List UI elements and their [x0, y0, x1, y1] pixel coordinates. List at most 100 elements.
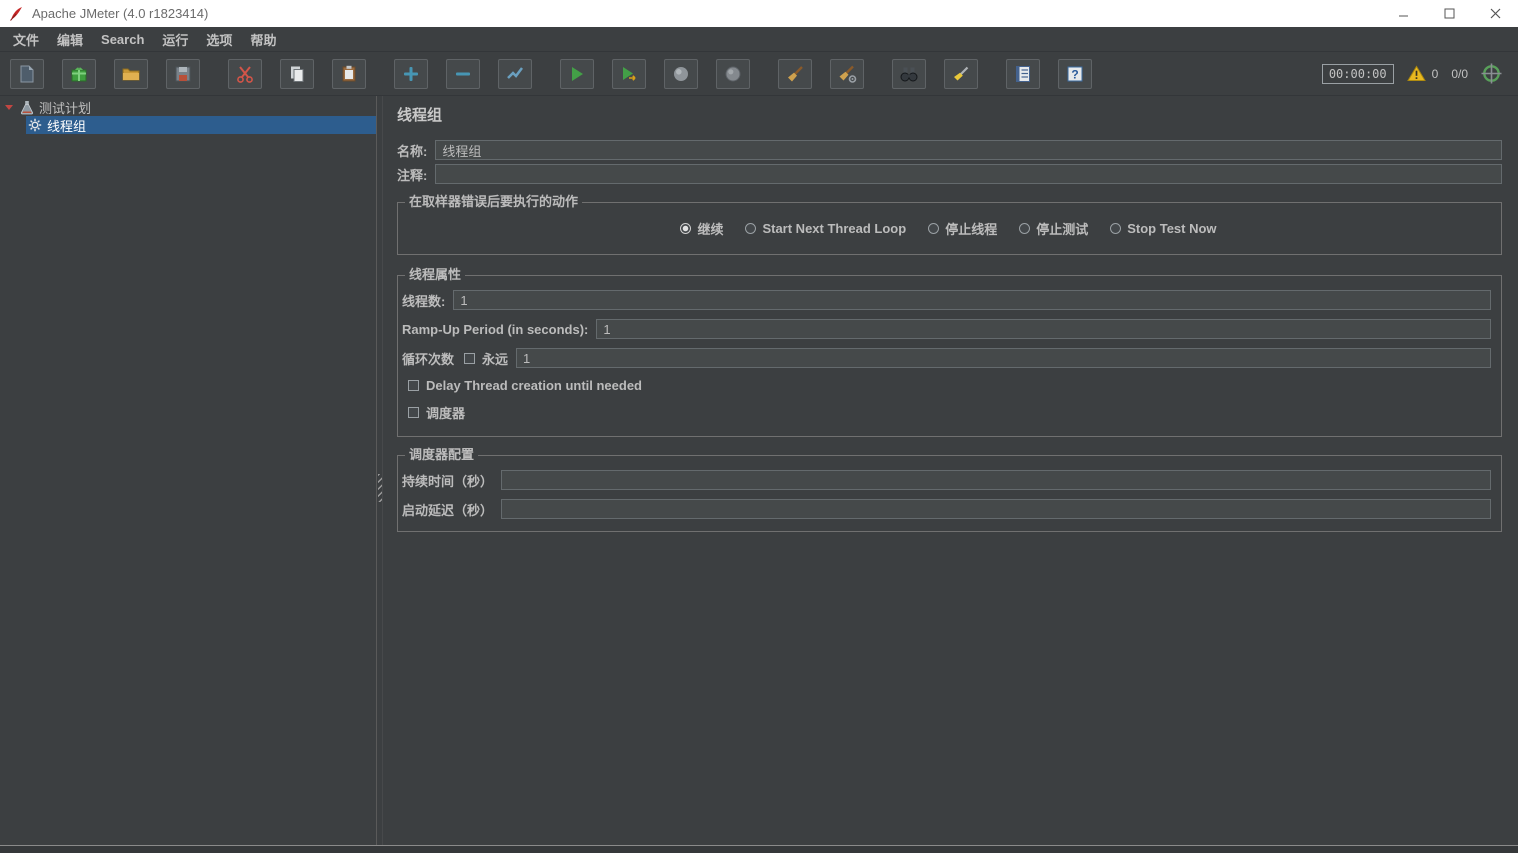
duration-input[interactable] [501, 470, 1491, 490]
svg-text:?: ? [1071, 67, 1078, 81]
name-row: 名称: [397, 140, 1502, 160]
radio-stop-test[interactable]: 停止测试 [1019, 219, 1088, 238]
menu-bar: 文件 编辑 Search 运行 选项 帮助 [0, 27, 1518, 52]
forever-label: 永远 [482, 349, 508, 368]
rampup-input[interactable] [596, 319, 1491, 339]
window-title: Apache JMeter (4.0 r1823414) [32, 6, 208, 21]
expand-all-button[interactable] [394, 59, 428, 89]
copy-button[interactable] [280, 59, 314, 89]
menu-help[interactable]: 帮助 [241, 28, 285, 51]
stop-button[interactable] [664, 59, 698, 89]
shutdown-button[interactable] [716, 59, 750, 89]
menu-options[interactable]: 选项 [197, 28, 241, 51]
jmeter-feather-icon [8, 6, 24, 22]
radio-icon [928, 223, 939, 234]
toolbar-group-file [10, 59, 200, 89]
function-helper-button[interactable] [1006, 59, 1040, 89]
radio-icon [680, 223, 691, 234]
clear-all-button[interactable] [830, 59, 864, 89]
toolbar-group-help: ? [1006, 59, 1092, 89]
new-file-icon [17, 64, 37, 84]
menu-file[interactable]: 文件 [4, 28, 48, 51]
minus-icon [453, 64, 473, 84]
error-action-groupbox: 在取样器错误后要执行的动作 继续 Start Next Thread Loop … [397, 202, 1502, 255]
scheduler-config-groupbox: 调度器配置 持续时间（秒） 启动延迟（秒） [397, 455, 1502, 532]
stop-icon [671, 64, 691, 84]
tree-node-thread-group[interactable]: 线程组 [26, 116, 376, 134]
reset-search-button[interactable] [944, 59, 978, 89]
templates-button[interactable] [62, 59, 96, 89]
test-inactive-target-icon [1481, 63, 1502, 84]
scheduler-checkbox[interactable] [408, 407, 419, 418]
scheduler-config-title: 调度器配置 [405, 447, 478, 463]
copy-icon [287, 64, 307, 84]
error-action-title: 在取样器错误后要执行的动作 [405, 194, 582, 210]
gear-icon [28, 118, 42, 132]
open-button[interactable] [114, 59, 148, 89]
rampup-row: Ramp-Up Period (in seconds): [402, 319, 1491, 339]
tree-expand-arrow-icon[interactable] [5, 105, 13, 110]
loop-count-row: 循环次数 永远 [402, 348, 1491, 368]
start-button[interactable] [560, 59, 594, 89]
search-button[interactable] [892, 59, 926, 89]
collapse-all-button[interactable] [446, 59, 480, 89]
threads-input[interactable] [453, 290, 1491, 310]
shutdown-icon [723, 64, 743, 84]
toggle-zigzag-icon [505, 64, 525, 84]
comment-input[interactable] [435, 164, 1502, 184]
tree-node-label: 线程组 [47, 116, 86, 135]
save-button[interactable] [166, 59, 200, 89]
menu-run[interactable]: 运行 [153, 28, 197, 51]
close-button[interactable] [1472, 0, 1518, 27]
menu-edit[interactable]: 编辑 [48, 28, 92, 51]
paste-clipboard-icon [339, 64, 359, 84]
radio-stop-thread[interactable]: 停止线程 [928, 219, 997, 238]
startup-delay-label: 启动延迟（秒） [402, 500, 493, 519]
thread-properties-title: 线程属性 [405, 267, 465, 283]
start-play-icon [567, 64, 587, 84]
cut-button[interactable] [228, 59, 262, 89]
delay-thread-creation-checkbox[interactable] [408, 380, 419, 391]
name-input[interactable] [435, 140, 1502, 160]
radio-continue[interactable]: 继续 [680, 219, 723, 238]
new-button[interactable] [10, 59, 44, 89]
radio-start-next-thread-loop[interactable]: Start Next Thread Loop [745, 221, 906, 236]
delay-thread-creation-row[interactable]: Delay Thread creation until needed [408, 378, 1497, 393]
comment-row: 注释: [397, 164, 1502, 184]
maximize-button[interactable] [1426, 0, 1472, 27]
startup-delay-input[interactable] [501, 499, 1491, 519]
clear-all-broom-icon [837, 64, 857, 84]
tree-node-test-plan[interactable]: 测试计划 [0, 98, 376, 116]
radio-stop-test-now[interactable]: Stop Test Now [1110, 221, 1216, 236]
paste-button[interactable] [332, 59, 366, 89]
toolbar-group-run [560, 59, 750, 89]
rampup-label: Ramp-Up Period (in seconds): [402, 322, 588, 337]
page-title: 线程组 [397, 106, 1502, 126]
toolbar: ? 00:00:00 0 0/0 [0, 52, 1518, 96]
forever-checkbox[interactable] [464, 353, 475, 364]
app-body: 测试计划 线程组 线程组 名称: 注释: 在取样器错误后要执行 [0, 96, 1518, 845]
scheduler-row[interactable]: 调度器 [408, 403, 1497, 422]
log-warning-indicator[interactable]: 0 [1407, 65, 1439, 82]
warning-count: 0 [1432, 67, 1439, 81]
loop-count-label: 循环次数 [402, 349, 454, 368]
toolbar-group-edit [394, 59, 532, 89]
thread-group-panel: 线程组 名称: 注释: 在取样器错误后要执行的动作 继续 Start Next … [383, 96, 1518, 845]
clear-broom-icon [785, 64, 805, 84]
splitter-grip-icon[interactable] [378, 474, 382, 502]
start-no-pauses-icon [619, 64, 639, 84]
name-label: 名称: [397, 141, 427, 160]
threads-row: 线程数: [402, 290, 1491, 310]
comment-label: 注释: [397, 165, 427, 184]
toolbar-group-clear [778, 59, 864, 89]
toggle-button[interactable] [498, 59, 532, 89]
toolbar-group-clipboard [228, 59, 366, 89]
minimize-button[interactable] [1380, 0, 1426, 27]
duration-row: 持续时间（秒） [402, 470, 1491, 490]
loop-count-input[interactable] [516, 348, 1491, 368]
clear-button[interactable] [778, 59, 812, 89]
tree-main-splitter[interactable] [377, 96, 383, 845]
menu-search[interactable]: Search [92, 30, 153, 49]
help-button[interactable]: ? [1058, 59, 1092, 89]
start-no-pauses-button[interactable] [612, 59, 646, 89]
